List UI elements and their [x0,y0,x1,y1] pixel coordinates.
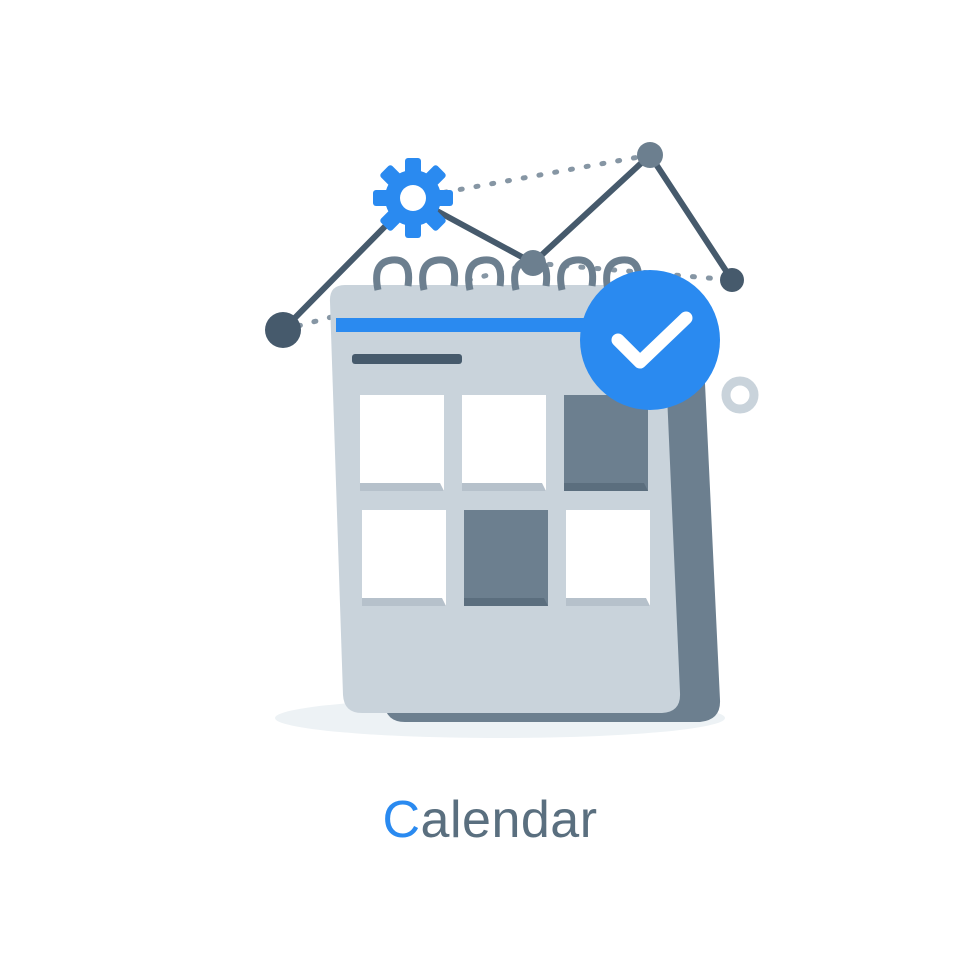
caption-rest: alendar [421,791,598,849]
illustration-stage: Calendar [0,0,980,980]
checkmark-badge [580,270,720,410]
caption: Calendar [0,790,980,850]
gear-icon [373,158,453,238]
caption-accent: C [382,791,420,849]
accent-ring [726,381,754,409]
